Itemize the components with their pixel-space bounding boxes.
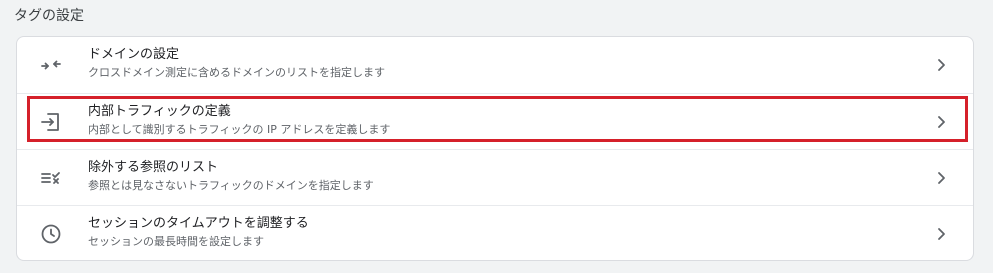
- login-arrow-icon: [39, 110, 63, 134]
- row-title: 除外する参照のリスト: [88, 160, 219, 175]
- settings-row-internal-traffic[interactable]: 内部トラフィックの定義 内部として識別するトラフィックの IP アドレスを定義し…: [17, 93, 973, 149]
- chevron-right-icon: [931, 55, 951, 75]
- settings-row-referral-exclusion[interactable]: 除外する参照のリスト 参照とは見なさないトラフィックのドメインを指定します: [17, 149, 973, 205]
- row-description: 内部として識別するトラフィックの IP アドレスを定義します: [88, 123, 391, 136]
- chevron-right-icon: [931, 112, 951, 132]
- tag-settings-page: タグの設定 ドメインの設定 クロスドメイン測定に含めるドメインのリストを指定しま…: [0, 0, 993, 273]
- list-exclude-icon: [39, 166, 63, 190]
- settings-card: ドメインの設定 クロスドメイン測定に含めるドメインのリストを指定します 内部トラ…: [16, 36, 974, 261]
- clock-icon: [39, 222, 63, 246]
- section-title: タグの設定: [14, 8, 84, 24]
- row-description: クロスドメイン測定に含めるドメインのリストを指定します: [88, 66, 385, 79]
- row-description: セッションの最長時間を設定します: [88, 235, 264, 248]
- chevron-right-icon: [931, 224, 951, 244]
- merge-arrows-icon: [39, 53, 63, 77]
- row-description: 参照とは見なさないトラフィックのドメインを指定します: [88, 179, 374, 192]
- row-title: 内部トラフィックの定義: [88, 104, 231, 119]
- settings-row-session-timeout[interactable]: セッションのタイムアウトを調整する セッションの最長時間を設定します: [17, 205, 973, 260]
- row-title: ドメインの設定: [88, 47, 180, 62]
- settings-row-domains[interactable]: ドメインの設定 クロスドメイン測定に含めるドメインのリストを指定します: [17, 37, 973, 93]
- row-title: セッションのタイムアウトを調整する: [88, 216, 309, 231]
- chevron-right-icon: [931, 168, 951, 188]
